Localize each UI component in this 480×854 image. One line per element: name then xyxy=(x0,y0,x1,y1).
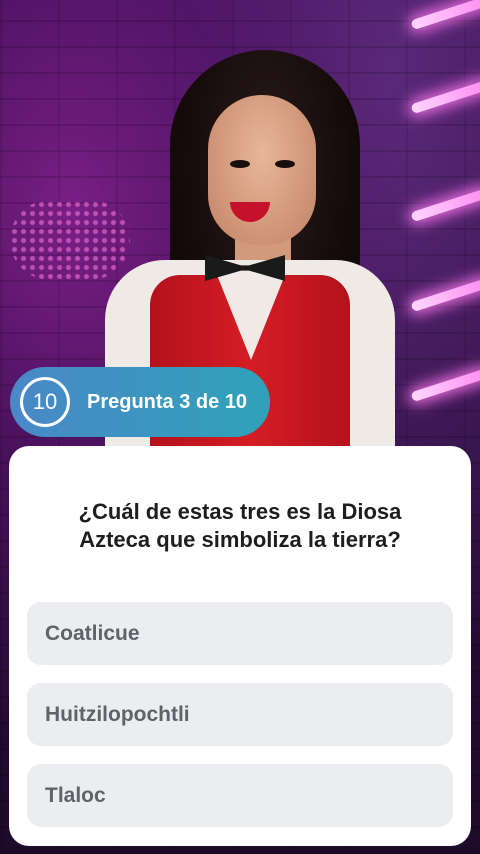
quiz-screen: 10 Pregunta 3 de 10 ¿Cuál de estas tres … xyxy=(0,0,480,854)
question-text: ¿Cuál de estas tres es la Diosa Azteca q… xyxy=(78,499,402,552)
host-eye xyxy=(275,160,295,168)
host-eye xyxy=(230,160,250,168)
answer-option-label: Huitzilopochtli xyxy=(45,702,190,726)
answer-option-label: Coatlicue xyxy=(45,621,140,645)
answer-option-label: Tlaloc xyxy=(45,783,106,807)
host-face xyxy=(208,95,316,245)
question-progress-badge: 10 Pregunta 3 de 10 xyxy=(10,367,270,437)
answer-option-2[interactable]: Huitzilopochtli xyxy=(27,683,453,746)
answer-option-1[interactable]: Coatlicue xyxy=(27,602,453,665)
question-card: ¿Cuál de estas tres es la Diosa Azteca q… xyxy=(9,446,471,846)
host-shirt-collar xyxy=(215,270,287,360)
countdown-timer: 10 xyxy=(20,377,70,427)
answer-option-3[interactable]: Tlaloc xyxy=(27,764,453,827)
question-counter: Pregunta 3 de 10 xyxy=(87,390,248,413)
